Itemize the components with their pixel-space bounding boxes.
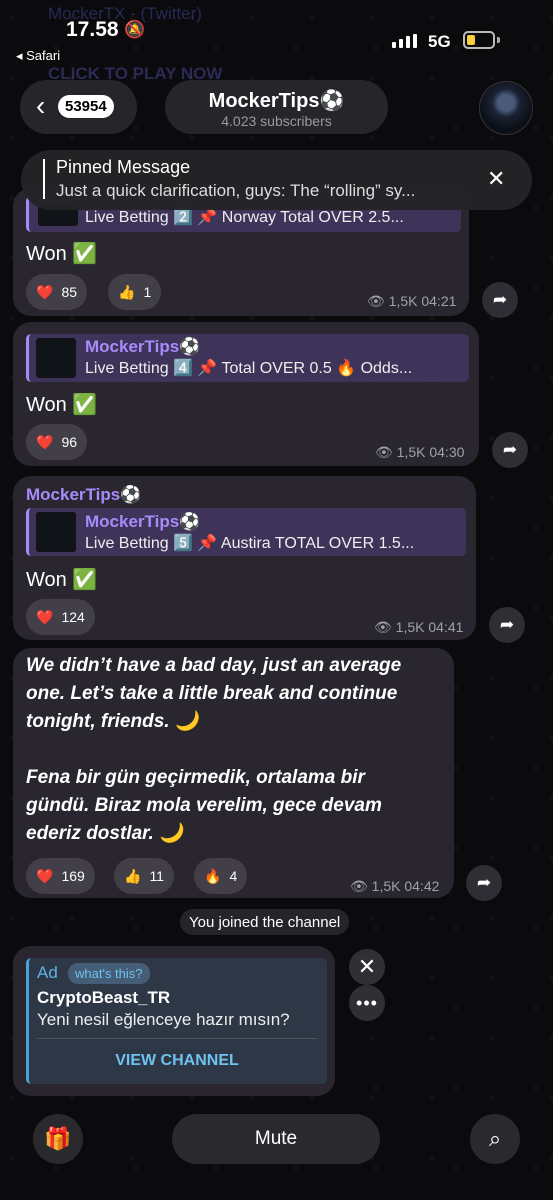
message-text: We didn’t have a bad day, just an averag…: [26, 655, 402, 844]
reaction-thumbsup[interactable]: 👍 1: [108, 274, 162, 310]
close-icon[interactable]: ✕: [487, 166, 505, 192]
battery-tip: [497, 37, 500, 43]
quote-text: Live Betting 5️⃣ 📌 Austira TOTAL OVER 1.…: [85, 535, 415, 552]
battery-icon: [463, 31, 495, 49]
message-text: Won ✅: [26, 243, 98, 265]
more-icon[interactable]: •••: [349, 985, 385, 1021]
system-message: You joined the channel: [180, 909, 350, 935]
ad-description: Yeni nesil eğlenceye hazır mısın?: [37, 1010, 290, 1029]
reaction-heart[interactable]: ❤️ 85: [26, 274, 88, 310]
message-meta: 👁 1,5K 04:21: [367, 293, 457, 309]
pinned-text: Just a quick clarification, guys: The “r…: [56, 181, 416, 200]
share-icon[interactable]: ➦: [466, 865, 502, 901]
message-author[interactable]: MockerTips⚽: [26, 485, 141, 505]
message-meta: 👁 1,5K 04:30: [375, 444, 465, 460]
unread-count-badge: 53954: [58, 95, 114, 118]
signal-icon: [392, 34, 417, 48]
view-channel-button[interactable]: VIEW CHANNEL: [37, 1045, 317, 1077]
chevron-left-icon: ‹: [36, 90, 46, 121]
share-icon[interactable]: ➦: [489, 607, 525, 643]
reaction-fire[interactable]: 🔥 4: [194, 858, 248, 894]
reaction-heart[interactable]: ❤️ 169: [26, 858, 95, 894]
message-text: Won ✅: [26, 394, 98, 416]
network-type: 5G: [428, 32, 451, 51]
gift-icon[interactable]: 🎁: [33, 1114, 83, 1164]
quote-thumbnail: [36, 512, 76, 552]
share-icon[interactable]: ➦: [492, 432, 528, 468]
back-to-app-link[interactable]: ◂ Safari: [16, 48, 60, 64]
subscriber-count: 4.023 subscribers: [221, 113, 332, 129]
reaction-thumbsup[interactable]: 👍 11: [114, 858, 174, 894]
pinned-indicator: [43, 159, 45, 199]
quote-author: MockerTips⚽: [85, 337, 201, 356]
quote-author: MockerTips⚽: [85, 512, 201, 531]
ad-label: Ad: [37, 963, 58, 982]
quote-thumbnail: [36, 338, 76, 378]
message-meta: 👁 1,5K 04:41: [374, 619, 464, 635]
ad-channel-name: CryptoBeast_TR: [37, 988, 171, 1007]
quote-text: Live Betting 2️⃣ 📌 Norway Total OVER 2.5…: [85, 209, 404, 226]
reaction-heart[interactable]: ❤️ 124: [26, 599, 95, 635]
message-meta: 👁 1,5K 04:42: [350, 878, 440, 894]
mute-button[interactable]: Mute: [172, 1114, 380, 1164]
divider: [37, 1038, 317, 1039]
channel-title: MockerTips⚽: [208, 90, 345, 112]
channel-avatar[interactable]: [479, 81, 533, 135]
message-text: Won ✅: [26, 569, 98, 591]
share-icon[interactable]: ➦: [482, 282, 518, 318]
whats-this-link[interactable]: what's this?: [68, 963, 150, 984]
pinned-title: Pinned Message: [56, 157, 191, 177]
search-icon[interactable]: ⌕: [470, 1114, 520, 1164]
reaction-heart[interactable]: ❤️ 96: [26, 424, 88, 460]
close-icon[interactable]: ✕: [349, 949, 385, 985]
status-time: 17.58: [66, 18, 119, 41]
quote-text: Live Betting 4️⃣ 📌 Total OVER 0.5 🔥 Odds…: [85, 360, 413, 377]
silent-bell-icon: 🔕: [124, 20, 146, 39]
